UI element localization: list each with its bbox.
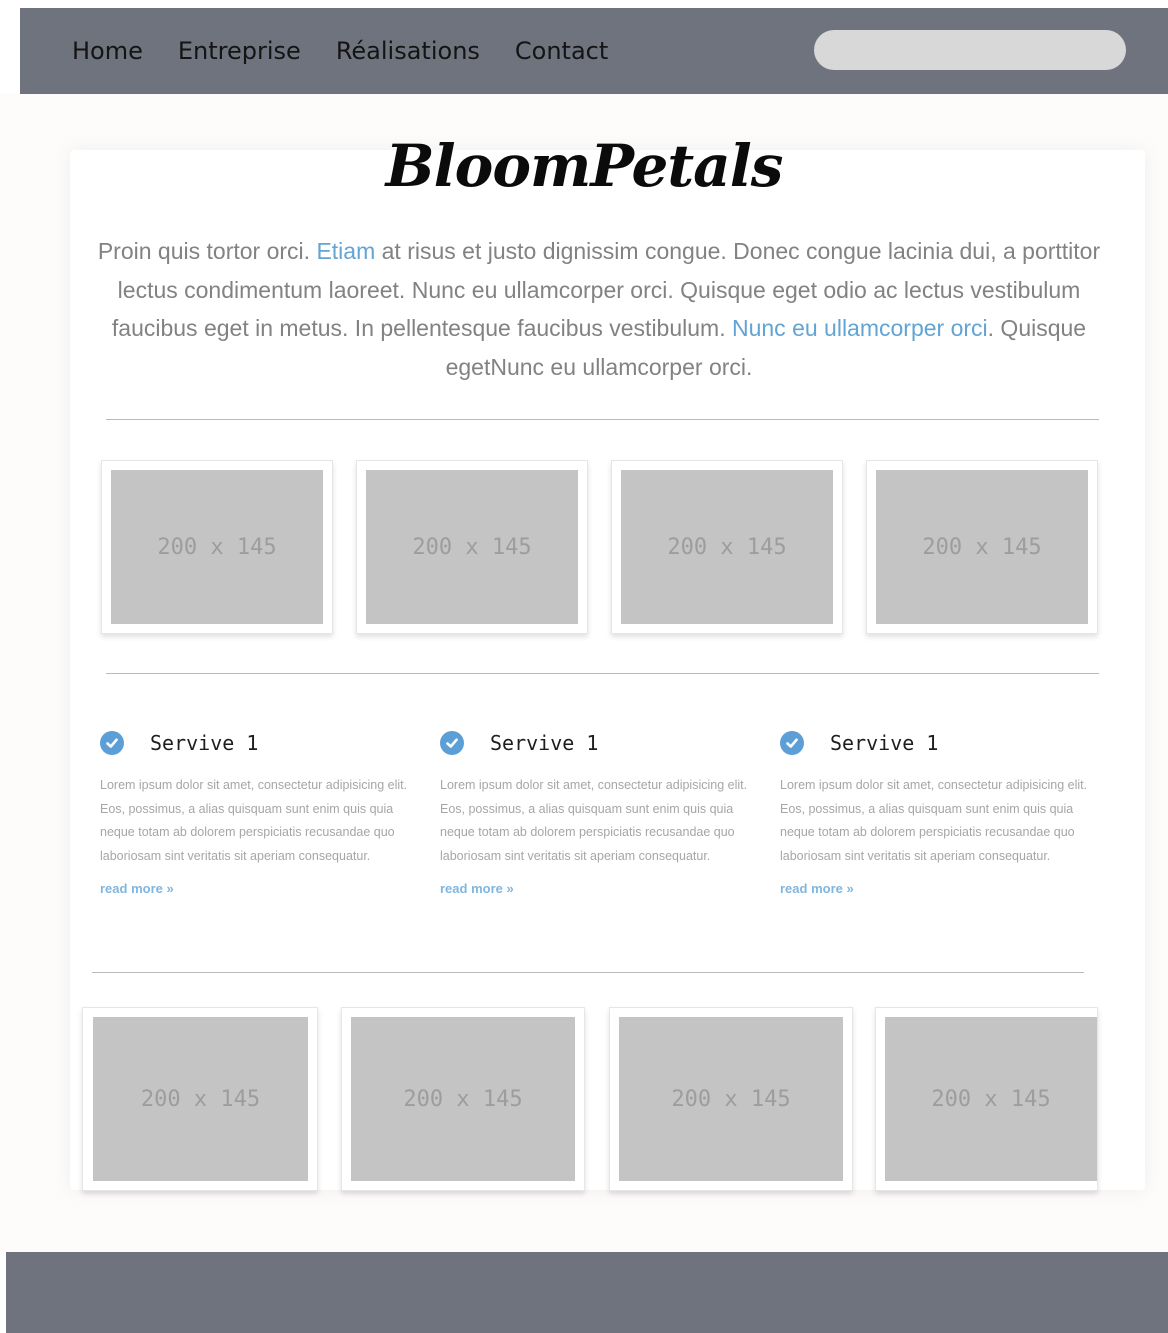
service-card: Servive 1 Lorem ipsum dolor sit amet, co… [440, 730, 762, 896]
site-logo: BloomPetals [385, 132, 784, 200]
image-placeholder: 200 x 145 [621, 470, 833, 624]
read-more-link[interactable]: read more » [780, 881, 1102, 896]
image-placeholder: 200 x 145 [876, 470, 1088, 624]
navbar: Home Entreprise Réalisations Contact [20, 8, 1168, 94]
gallery-thumb[interactable]: 200 x 145 [866, 460, 1098, 634]
gallery-thumb[interactable]: 200 x 145 [611, 460, 843, 634]
service-description: Lorem ipsum dolor sit amet, consectetur … [100, 778, 408, 863]
intro-text-1: Proin quis tortor orci. [97, 238, 317, 264]
nav-link-home[interactable]: Home [72, 36, 143, 66]
nav-link-contact[interactable]: Contact [515, 36, 608, 66]
image-placeholder: 200 x 145 [93, 1017, 308, 1181]
gallery-thumb[interactable]: 200 x 145 [101, 460, 333, 634]
divider-1 [106, 419, 1099, 420]
service-description: Lorem ipsum dolor sit amet, consectetur … [440, 778, 748, 863]
nav-link-entreprise[interactable]: Entreprise [178, 36, 301, 66]
service-title: Servive 1 [490, 731, 599, 755]
image-placeholder: 200 x 145 [619, 1017, 843, 1181]
gallery-thumb[interactable]: 200 x 145 [609, 1007, 853, 1191]
service-card: Servive 1 Lorem ipsum dolor sit amet, co… [100, 730, 422, 896]
intro-paragraph: Proin quis tortor orci. Etiam at risus e… [92, 232, 1106, 386]
gallery-thumb[interactable]: 200 x 145 [875, 1007, 1098, 1191]
nav-link-realisations[interactable]: Réalisations [336, 36, 480, 66]
nav-menu: Home Entreprise Réalisations Contact [72, 36, 608, 66]
service-title: Servive 1 [830, 731, 939, 755]
divider-3 [92, 972, 1084, 973]
check-circle-icon [100, 731, 124, 755]
service-description: Lorem ipsum dolor sit amet, consectetur … [780, 778, 1088, 863]
read-more-link[interactable]: read more » [440, 881, 762, 896]
search-input[interactable] [814, 30, 1126, 70]
service-title: Servive 1 [150, 731, 259, 755]
check-circle-icon [780, 731, 804, 755]
image-placeholder: 200 x 145 [351, 1017, 575, 1181]
image-placeholder: 200 x 145 [111, 470, 323, 624]
read-more-link[interactable]: read more » [100, 881, 422, 896]
gallery-thumb[interactable]: 200 x 145 [82, 1007, 318, 1191]
gallery-thumb[interactable]: 200 x 145 [356, 460, 588, 634]
divider-2 [106, 673, 1099, 674]
gallery-thumb[interactable]: 200 x 145 [341, 1007, 585, 1191]
service-card: Servive 1 Lorem ipsum dolor sit amet, co… [780, 730, 1102, 896]
intro-link-etiam[interactable]: Etiam [316, 238, 375, 264]
image-placeholder: 200 x 145 [885, 1017, 1097, 1181]
intro-link-nunc[interactable]: Nunc eu ullamcorper orci [732, 315, 988, 341]
check-circle-icon [440, 731, 464, 755]
footer [6, 1252, 1168, 1333]
image-placeholder: 200 x 145 [366, 470, 578, 624]
